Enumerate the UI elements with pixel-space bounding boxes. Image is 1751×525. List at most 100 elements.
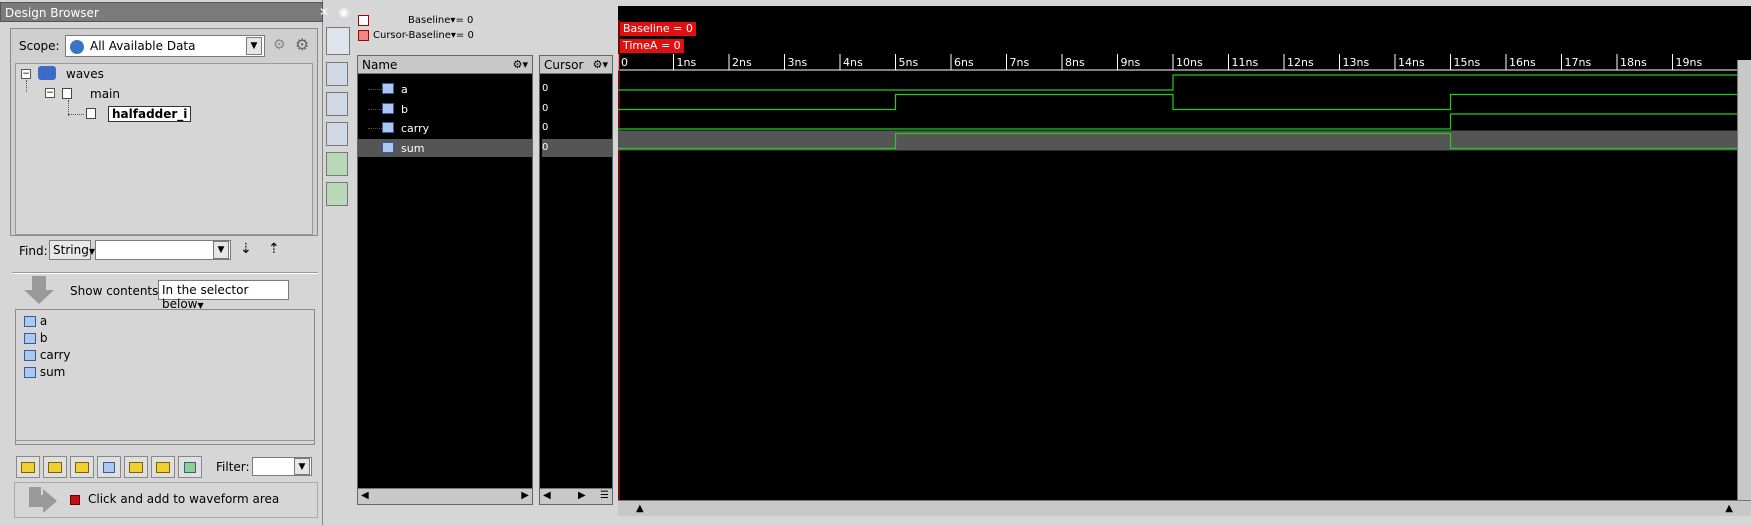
show-contents-select[interactable]: In the selector below▼ [158,280,289,311]
tree-item-halfadder-i[interactable]: halfadder_i [108,106,192,122]
cursor-column-header[interactable]: Cursor ⚙▾ [540,56,612,74]
scope-tree-frame: Scope: All Available Data ▼ ⚙ ⚙ − waves … [10,28,318,236]
cursor-pane-scrollbar[interactable]: ◀ ▶ ☰ [540,488,612,504]
signal-icon [24,350,36,361]
send-to-table-button[interactable] [178,456,202,478]
scroll-left-thumb[interactable]: ▲ [636,503,644,514]
time-tick-label: 15ns [1454,56,1481,69]
scope-tree: − waves − main halfadder_i [15,63,313,235]
waveform-trace-carry[interactable] [618,113,1751,130]
signal-row-a[interactable]: a [358,80,532,98]
signal-row-sum[interactable]: sum [358,138,532,157]
tree-item-main[interactable]: main [90,87,120,101]
gear-icon[interactable]: ⚙▾ [513,58,528,71]
design-browser-panel: Design Browser ✕ ◉ Scope: All Available … [0,0,349,525]
gear-icon[interactable]: ⚙▾ [593,58,608,71]
cursor-value: 0 [542,83,549,94]
add-hint-area: Click and add to waveform area [14,482,318,518]
signal-name: sum [401,141,425,155]
list-item[interactable]: sum [24,365,65,379]
time-tick-label: 4ns [843,56,863,69]
list-scrollbar[interactable] [15,440,315,450]
find-next-icon[interactable]: ⇣ [240,241,252,257]
list-item[interactable]: b [24,331,47,345]
module-icon [86,108,96,119]
globe-icon [70,39,84,54]
time-tick-label: 16ns [1509,56,1536,69]
send-to-source-button[interactable] [97,456,121,478]
send-to-memory-button[interactable] [151,456,175,478]
cursor-value: 0 [542,138,612,157]
time-tick-label: 3ns [788,56,808,69]
schematic-icon[interactable] [326,62,348,86]
database-icon [38,66,56,80]
collapse-icon[interactable]: − [21,69,31,79]
cursor-baseline-readout[interactable]: Cursor-Baseline▾= 0 [373,30,474,41]
signal-row-carry[interactable]: carry [358,119,532,137]
filter-label: Filter: [216,460,250,474]
signal-row-b[interactable]: b [358,100,532,118]
find-input[interactable]: ▼ [95,240,231,260]
register-icon[interactable] [326,152,348,176]
waveform-trace-a[interactable] [618,74,1751,91]
time-tick-label: 19ns [1676,56,1703,69]
send-to-schematic-button[interactable] [43,456,67,478]
list-item[interactable]: carry [24,348,71,362]
add-hint-text: Click and add to waveform area [88,492,280,506]
time-tick-label: 9ns [1121,56,1141,69]
time-tick-label: 18ns [1620,56,1647,69]
list-item[interactable]: a [24,314,47,328]
cursor-marker-icon[interactable] [358,30,369,41]
cursor-value-pane: Cursor ⚙▾ 0 0 0 0 ◀ ▶ ☰ [539,55,613,505]
time-tick-label: 8ns [1065,56,1085,69]
filter-select[interactable]: ▼ [252,457,312,476]
chevron-down-icon[interactable]: ▼ [213,241,229,259]
scope-label: Scope: [19,39,60,53]
send-toolbar [16,456,202,478]
collapse-icon[interactable]: − [45,88,55,98]
send-to-register-button[interactable] [70,456,94,478]
baseline-readout[interactable]: Baseline▾= 0 [408,15,473,26]
gear-icon[interactable]: ⚙ [295,35,317,55]
arrow-down-icon [24,276,54,306]
filter-settings-icon[interactable]: ⚙ [273,37,293,55]
time-tick-label: 0 [621,56,628,69]
show-contents-label: Show contents: [70,284,163,298]
find-previous-icon[interactable]: ⇡ [268,241,280,257]
source-icon[interactable] [326,122,348,146]
name-pane-scrollbar[interactable]: ◀ ▶ [358,488,532,504]
arrow-right-icon [21,487,57,515]
waveform-trace-b[interactable] [618,93,1751,111]
time-tick-label: 5ns [899,56,919,69]
signal-name: b [401,102,408,116]
hierarchy-icon[interactable] [326,92,348,116]
time-tick-label: 1ns [677,56,697,69]
time-tick-label: 14ns [1398,56,1425,69]
send-to-watch-button[interactable] [124,456,148,478]
vertical-scrollbar[interactable] [1737,60,1751,500]
tree-item-waves[interactable]: waves [66,67,104,81]
time-tick-label: 11ns [1232,56,1259,69]
undock-icon[interactable]: ◉ [337,5,351,19]
signal-name-pane: Name ⚙▾ a b carry sum ◀ ▶ [357,55,533,505]
find-type-select[interactable]: String▼ [49,240,95,260]
name-column-header[interactable]: Name ⚙▾ [358,56,532,74]
chevron-down-icon[interactable]: ▼ [246,37,262,55]
design-browser-toggle-icon[interactable] [326,27,350,55]
time-tick-label: 7ns [1010,56,1030,69]
time-tick-label: 10ns [1176,56,1203,69]
baseline-marker-icon[interactable] [358,15,369,26]
scroll-right-thumb[interactable]: ▲ [1725,503,1733,514]
module-icon [62,88,72,99]
waveform-canvas[interactable]: 0 1ns 2ns 3ns 4ns 5ns 6ns 7ns 8ns 9ns 10ns 11ns 12ns… [618,6,1751,516]
scope-select[interactable]: All Available Data ▼ [65,35,265,57]
design-browser-title: Design Browser [5,6,99,20]
close-icon[interactable]: ✕ [317,5,331,19]
chevron-down-icon[interactable]: ▼ [294,458,310,475]
time-scrollbar[interactable]: ▲ ▲ [618,500,1751,516]
waveform-area[interactable]: Baseline = 0 TimeA = 0 0 1ns 2ns 3ns 4ns 5ns 6… [618,6,1751,516]
cursor-value: 0 [542,122,549,133]
record-icon [70,495,80,505]
transaction-icon[interactable] [326,182,348,206]
send-to-waveform-button[interactable] [16,456,40,478]
